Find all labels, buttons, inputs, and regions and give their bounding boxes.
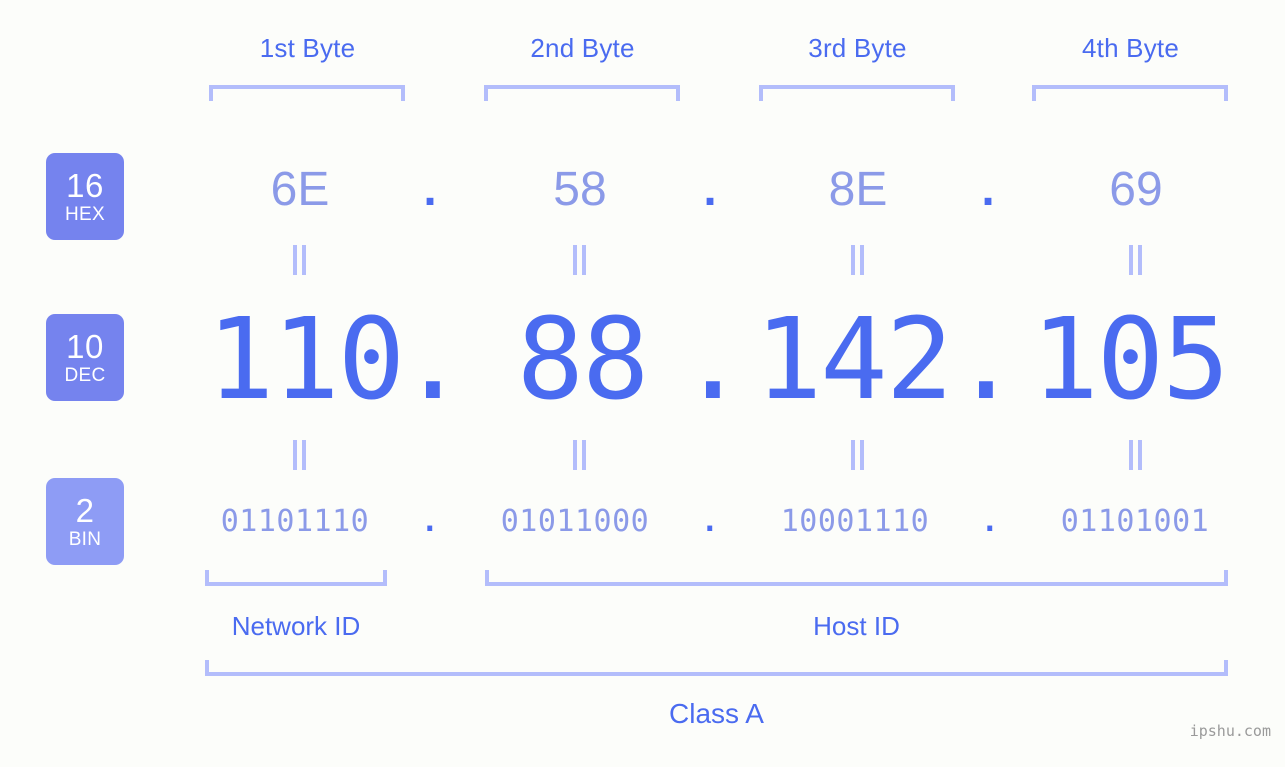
byte-bracket-1 — [209, 85, 405, 101]
dec-separator-1: . — [399, 295, 466, 425]
byte-bracket-3 — [759, 85, 955, 101]
equals-sign-dec-bin-2 — [572, 440, 588, 470]
bin-separator-2: . — [700, 504, 720, 539]
host-id-label: Host ID — [813, 611, 900, 641]
equals-sign-hex-dec-1 — [292, 245, 308, 275]
byte-header-2: 2nd Byte — [530, 33, 635, 63]
binary-value-row: 01101110 . 01011000 . 10001110 . 0110100… — [0, 492, 1285, 552]
hex-octet-3: 8E — [828, 163, 888, 216]
site-watermark: ipshu.com — [1189, 722, 1271, 740]
byte-bracket-2 — [484, 85, 680, 101]
equals-sign-dec-bin-4 — [1128, 440, 1144, 470]
hex-separator-2: . — [703, 163, 717, 216]
dec-octet-2: 88 — [516, 295, 650, 425]
equals-sign-hex-dec-2 — [572, 245, 588, 275]
hex-octet-4: 69 — [1109, 163, 1163, 216]
host-id-bracket — [485, 570, 1228, 586]
hex-value-row: 6E . 58 . 8E . 69 — [0, 150, 1285, 230]
hex-octet-1: 6E — [270, 163, 330, 216]
hex-separator-3: . — [981, 163, 995, 216]
dec-octet-3: 142 — [754, 295, 953, 425]
network-id-bracket — [205, 570, 387, 586]
bin-octet-3: 10001110 — [780, 504, 930, 539]
ip-address-breakdown-diagram: 1st Byte 2nd Byte 3rd Byte 4th Byte 16 H… — [0, 0, 1285, 767]
hex-separator-1: . — [423, 163, 437, 216]
dec-separator-2: . — [679, 295, 746, 425]
network-id-label: Network ID — [231, 611, 361, 641]
bin-octet-1: 01101110 — [220, 504, 370, 539]
dec-separator-3: . — [952, 295, 1019, 425]
equals-sign-hex-dec-3 — [850, 245, 866, 275]
bin-separator-3: . — [980, 504, 1000, 539]
decimal-value-row: 110 . 88 . 142 . 105 — [0, 295, 1285, 425]
byte-header-1: 1st Byte — [259, 33, 356, 63]
bin-octet-2: 01011000 — [500, 504, 650, 539]
dec-octet-4: 105 — [1031, 295, 1229, 425]
equals-sign-dec-bin-1 — [292, 440, 308, 470]
bin-octet-4: 01101001 — [1060, 504, 1210, 539]
byte-header-4: 4th Byte — [1082, 33, 1179, 63]
class-label: Class A — [669, 698, 764, 729]
hex-octet-2: 58 — [553, 163, 607, 216]
byte-header-3: 3rd Byte — [808, 33, 907, 63]
dec-octet-1: 110 — [206, 295, 405, 425]
class-bracket — [205, 660, 1228, 676]
equals-sign-dec-bin-3 — [850, 440, 866, 470]
byte-bracket-4 — [1032, 85, 1228, 101]
equals-sign-hex-dec-4 — [1128, 245, 1144, 275]
bin-separator-1: . — [420, 504, 440, 539]
